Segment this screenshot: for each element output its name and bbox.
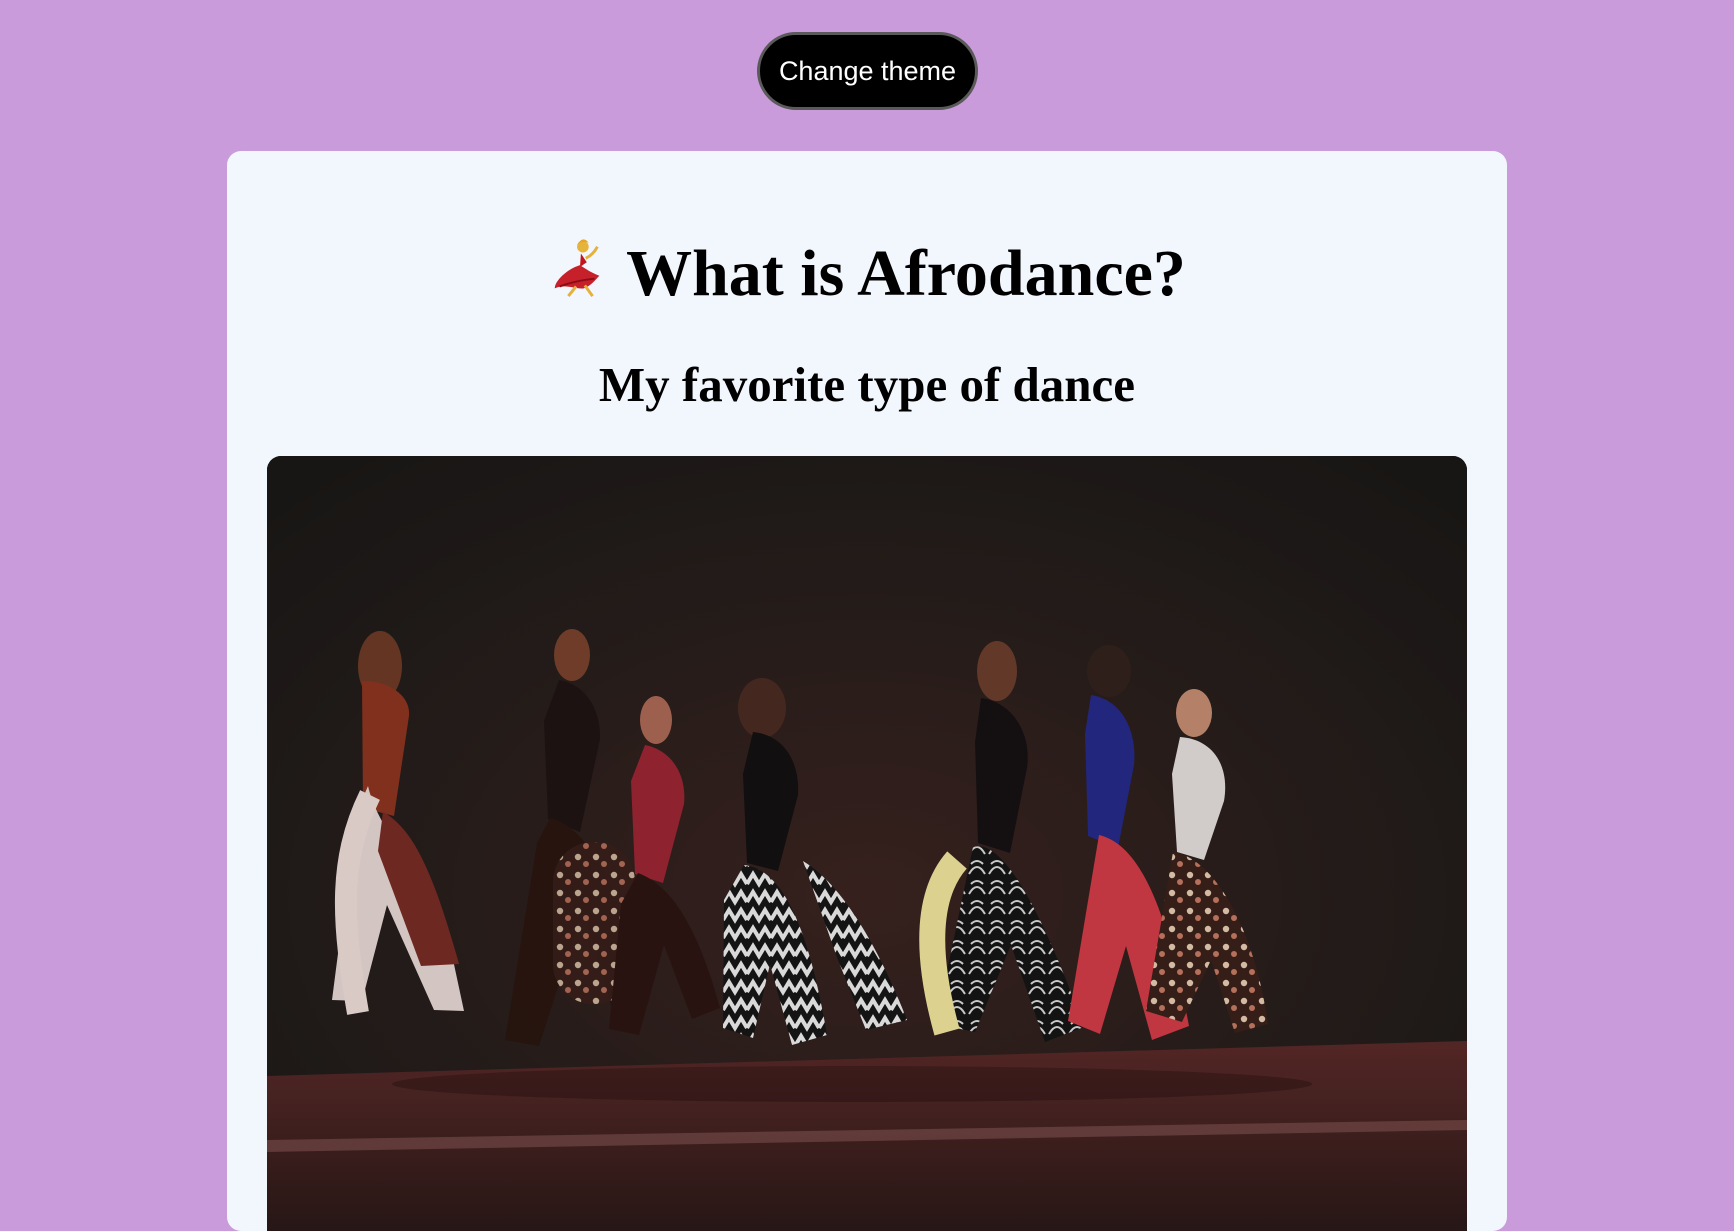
afrodance-photo bbox=[267, 456, 1467, 1231]
content-card: What is Afrodance? My favorite type of d… bbox=[227, 151, 1507, 1231]
page-title-text: What is Afrodance? bbox=[626, 237, 1186, 310]
page-subtitle: My favorite type of dance bbox=[598, 357, 1136, 412]
page-title: What is Afrodance? bbox=[227, 237, 1507, 311]
dancer-emoji-icon bbox=[548, 237, 610, 311]
change-theme-button[interactable]: Change theme bbox=[757, 32, 978, 110]
